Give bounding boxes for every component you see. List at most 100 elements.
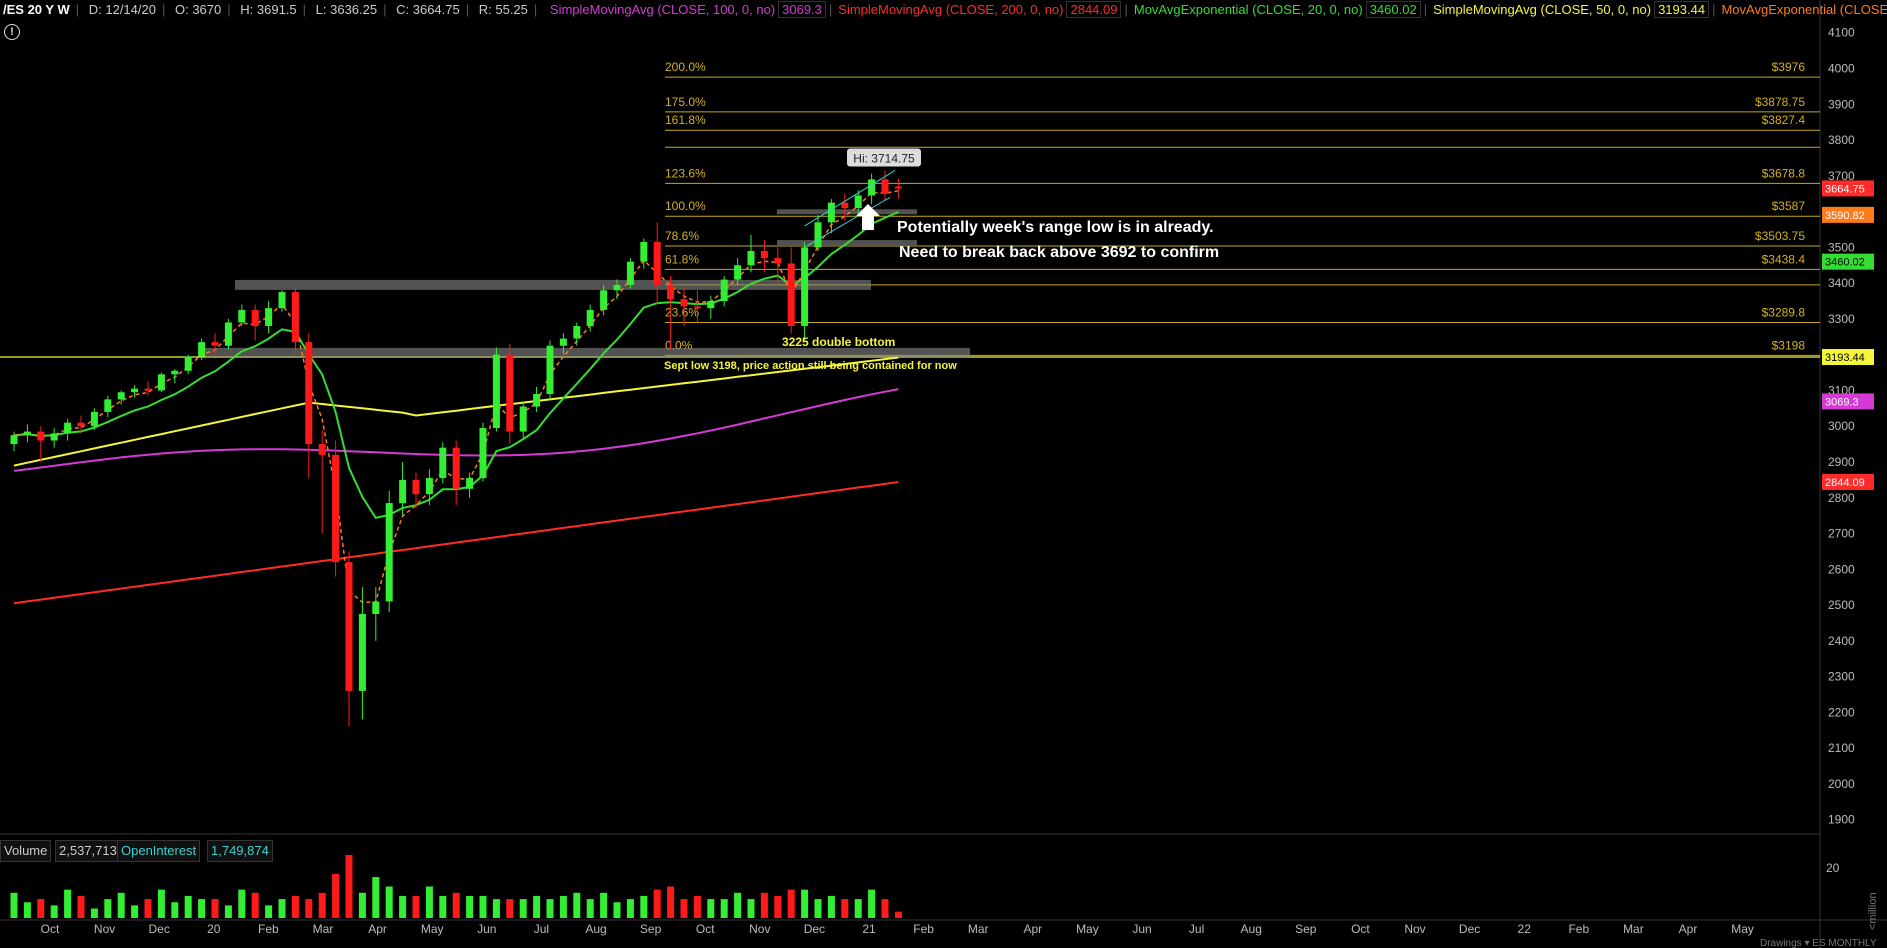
annotation-note1: Potentially week's range low is in alrea…	[897, 219, 1214, 236]
fib-pct-label: 175.0%	[665, 95, 706, 109]
annotation-note2: Need to break back above 3692 to confirm	[899, 244, 1219, 261]
candle-body	[90, 411, 98, 427]
volume-bar	[305, 899, 313, 918]
volume-bar	[251, 892, 259, 918]
fib-price-label: $3198	[1772, 338, 1806, 352]
volume-bar	[559, 895, 567, 918]
x-tick-label: Sep	[640, 922, 662, 936]
candle-body	[653, 241, 661, 285]
volume-bar	[211, 899, 219, 918]
volume-bar	[680, 899, 688, 918]
volume-bar	[613, 902, 621, 918]
candle-body	[868, 179, 876, 196]
drawings-toolbar-label: Drawings ▾ ES MONTHLY	[1760, 938, 1877, 948]
candle-body	[626, 261, 634, 285]
price-chart[interactable]: 1900 2000 2100 2200 2300 2400 2500 2600 2700 2800…	[0, 0, 1887, 948]
fib-pct-label: 78.6%	[665, 229, 699, 243]
x-tick-label: Aug	[1241, 922, 1262, 936]
volume-bar	[720, 899, 728, 918]
volume-bar	[332, 873, 340, 918]
volume-bar	[291, 895, 299, 918]
fib-pct-label: 123.6%	[665, 166, 706, 180]
volume-bar	[546, 899, 554, 918]
x-tick-label: May	[1731, 922, 1754, 936]
volume-bar	[653, 889, 661, 918]
y-tick-label: 3800	[1828, 133, 1855, 147]
volume-bar	[238, 889, 246, 918]
candle-body	[492, 354, 500, 428]
x-tick-label: Oct	[41, 922, 60, 936]
y-tick-label: 2700	[1828, 527, 1855, 541]
price-tag-text: 3590.82	[1825, 210, 1865, 222]
volume-bar	[278, 899, 286, 918]
candle-body	[774, 258, 782, 264]
candle-body	[332, 454, 340, 563]
candle-body	[157, 374, 165, 391]
candle-body	[854, 195, 862, 209]
candle-body	[412, 479, 420, 495]
candle-body	[64, 422, 72, 434]
volume-bar	[626, 899, 634, 918]
volume-bar	[385, 886, 393, 918]
y-tick-label: 3300	[1828, 312, 1855, 326]
volume-bar	[747, 899, 755, 918]
fib-price-label: $3878.75	[1755, 95, 1805, 109]
volume-bar	[466, 895, 474, 918]
y-tick-label: 2400	[1828, 634, 1855, 648]
fib-pct-label: 161.8%	[665, 113, 706, 127]
annotation-sept-low: Sept low 3198, price action still being …	[664, 360, 957, 372]
volume-bar	[104, 899, 112, 918]
x-tick-label: 21	[862, 922, 876, 936]
volume-bar	[224, 905, 232, 918]
candle-body	[881, 179, 889, 194]
candle-body	[760, 250, 768, 259]
candle-body	[586, 309, 594, 327]
price-tag-text: 3664.75	[1825, 183, 1865, 195]
candle-body	[50, 433, 58, 441]
candle-body	[720, 279, 728, 302]
candle-body	[801, 247, 809, 327]
y-tick-label: 4100	[1828, 26, 1855, 40]
candle-body	[613, 284, 621, 291]
volume-bar	[787, 889, 795, 918]
candle-body	[305, 342, 313, 445]
candle-body	[211, 342, 219, 346]
candle-body	[600, 290, 608, 310]
volume-bar	[198, 899, 206, 918]
volume-bar	[600, 892, 608, 918]
y-tick-label: 2500	[1828, 598, 1855, 612]
volume-bar	[479, 895, 487, 918]
x-tick-label: Dec	[804, 922, 825, 936]
x-tick-label: 22	[1518, 922, 1532, 936]
candle-body	[171, 370, 179, 375]
volume-bar	[667, 886, 675, 918]
candle-body	[77, 422, 85, 427]
volume-bar	[814, 899, 822, 918]
x-tick-label: Mar	[968, 922, 989, 936]
volume-label: Volume	[0, 840, 52, 862]
y-tick-label: 4000	[1828, 62, 1855, 76]
volume-bar	[707, 899, 715, 918]
x-tick-label: Sep	[1295, 922, 1317, 936]
candle-body	[667, 284, 675, 300]
volume-bar	[586, 899, 594, 918]
x-tick-label: 20	[207, 922, 221, 936]
candle-body	[224, 322, 232, 346]
volume-bar	[372, 877, 380, 918]
y-tick-label: 2800	[1828, 491, 1855, 505]
volume-bar	[412, 895, 420, 918]
volume-bar	[37, 899, 45, 918]
candle-body	[841, 202, 849, 209]
volume-bar	[881, 899, 889, 918]
candle-body	[479, 428, 487, 479]
fib-pct-label: 200.0%	[665, 60, 706, 74]
x-tick-label: Feb	[913, 922, 934, 936]
x-tick-label: Mar	[313, 922, 334, 936]
volume-bar	[157, 889, 165, 918]
fib-price-label: $3503.75	[1755, 229, 1805, 243]
candle-body	[399, 479, 407, 504]
candle-body	[546, 345, 554, 395]
y-tick-label: 3900	[1828, 97, 1855, 111]
volume-bar	[23, 902, 31, 918]
candle-body	[466, 478, 474, 489]
